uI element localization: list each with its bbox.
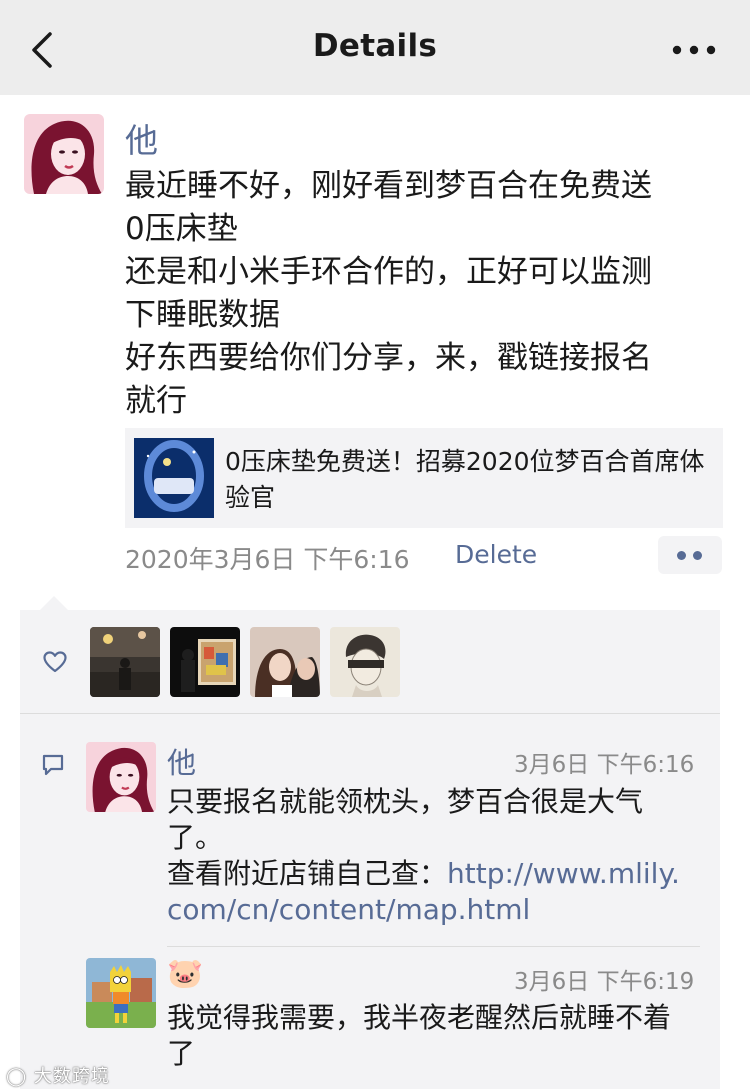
comment-icon — [42, 754, 64, 776]
author-avatar[interactable] — [24, 114, 104, 194]
liker-avatar[interactable] — [250, 627, 320, 697]
bubble-arrow — [40, 596, 68, 610]
page-title: Details — [312, 28, 438, 64]
commenter-name[interactable]: 🐷 — [167, 956, 203, 991]
post-author-name[interactable]: 他 — [125, 114, 158, 162]
likes-divider — [20, 713, 720, 714]
top-bar: Details — [0, 0, 750, 95]
liker-avatar[interactable] — [170, 627, 240, 697]
comment-text-line: 只要报名就能领枕头，梦百合很是大气了。 — [167, 785, 644, 854]
comment-text: 我觉得我需要，我半夜老醒然后就睡不着了 — [167, 1001, 672, 1070]
dot-icon — [693, 551, 702, 560]
link-title: 0压床垫免费送！招募2020位梦百合首席体验官 — [225, 447, 705, 512]
post-text: 最近睡不好，刚好看到梦百合在免费送 0压床垫 还是和小米手环合作的，正好可以监测… — [125, 168, 652, 419]
comment-timestamp: 3月6日 下午6:16 — [514, 752, 695, 778]
dot-icon — [677, 551, 686, 560]
like-comment-button[interactable] — [658, 536, 722, 574]
post-timestamp: 2020年3月6日 下午6:16 — [125, 545, 410, 574]
heart-icon — [43, 651, 67, 673]
watermark-logo: ◯ 大数跨境 — [6, 1062, 110, 1088]
watermark-text: 大数跨境 — [33, 1066, 110, 1087]
commenter-avatar[interactable] — [86, 958, 156, 1028]
comment-text-prefix: 查看附近店铺自己查： — [167, 857, 448, 890]
commenter-name[interactable]: 他 — [167, 740, 196, 782]
commenter-avatar[interactable] — [86, 742, 156, 812]
comment-divider — [167, 946, 700, 947]
comment-text: 只要报名就能领枕头，梦百合很是大气了。 查看附近店铺自己查：http://www… — [167, 784, 687, 928]
liker-avatar[interactable] — [90, 627, 160, 697]
delete-button[interactable]: Delete — [455, 540, 537, 569]
link-thumbnail — [134, 438, 214, 518]
shared-link-card[interactable]: 0压床垫免费送！招募2020位梦百合首席体验官 — [125, 428, 723, 528]
more-options-icon[interactable] — [672, 43, 716, 57]
watermark-icon: ◯ — [6, 1066, 28, 1087]
comment-timestamp: 3月6日 下午6:19 — [514, 969, 695, 995]
liker-avatar[interactable] — [330, 627, 400, 697]
